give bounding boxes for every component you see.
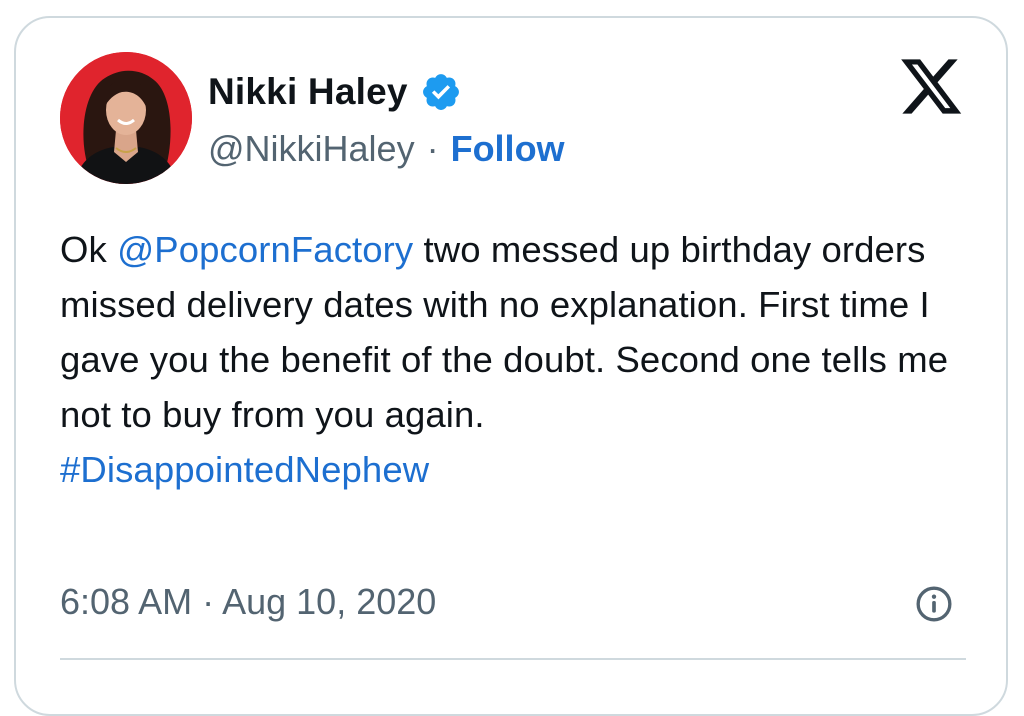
- author-name[interactable]: Nikki Haley: [208, 71, 408, 113]
- avatar-portrait-icon: [60, 52, 192, 184]
- separator-dot: ·: [426, 128, 439, 169]
- author-handle-row: @NikkiHaley · Follow: [208, 126, 565, 172]
- hashtag-link[interactable]: #DisappointedNephew: [60, 449, 429, 490]
- info-icon[interactable]: [914, 584, 954, 624]
- follow-button[interactable]: Follow: [451, 128, 565, 170]
- tweet-text: Ok @PopcornFactory two messed up birthda…: [60, 222, 972, 497]
- verified-badge-icon[interactable]: [420, 71, 462, 113]
- tweet-card: Nikki Haley @NikkiHaley · Follow Ok @Pop…: [14, 16, 1008, 716]
- tweet-timestamp[interactable]: 6:08 AM · Aug 10, 2020: [60, 578, 436, 626]
- tweet-text-prefix: Ok: [60, 229, 118, 270]
- x-logo-icon[interactable]: [900, 58, 964, 116]
- author-name-row: Nikki Haley: [208, 68, 462, 116]
- divider: [60, 658, 966, 660]
- mention-link[interactable]: @PopcornFactory: [117, 229, 413, 270]
- author-handle[interactable]: @NikkiHaley: [208, 128, 415, 170]
- avatar[interactable]: [60, 52, 192, 184]
